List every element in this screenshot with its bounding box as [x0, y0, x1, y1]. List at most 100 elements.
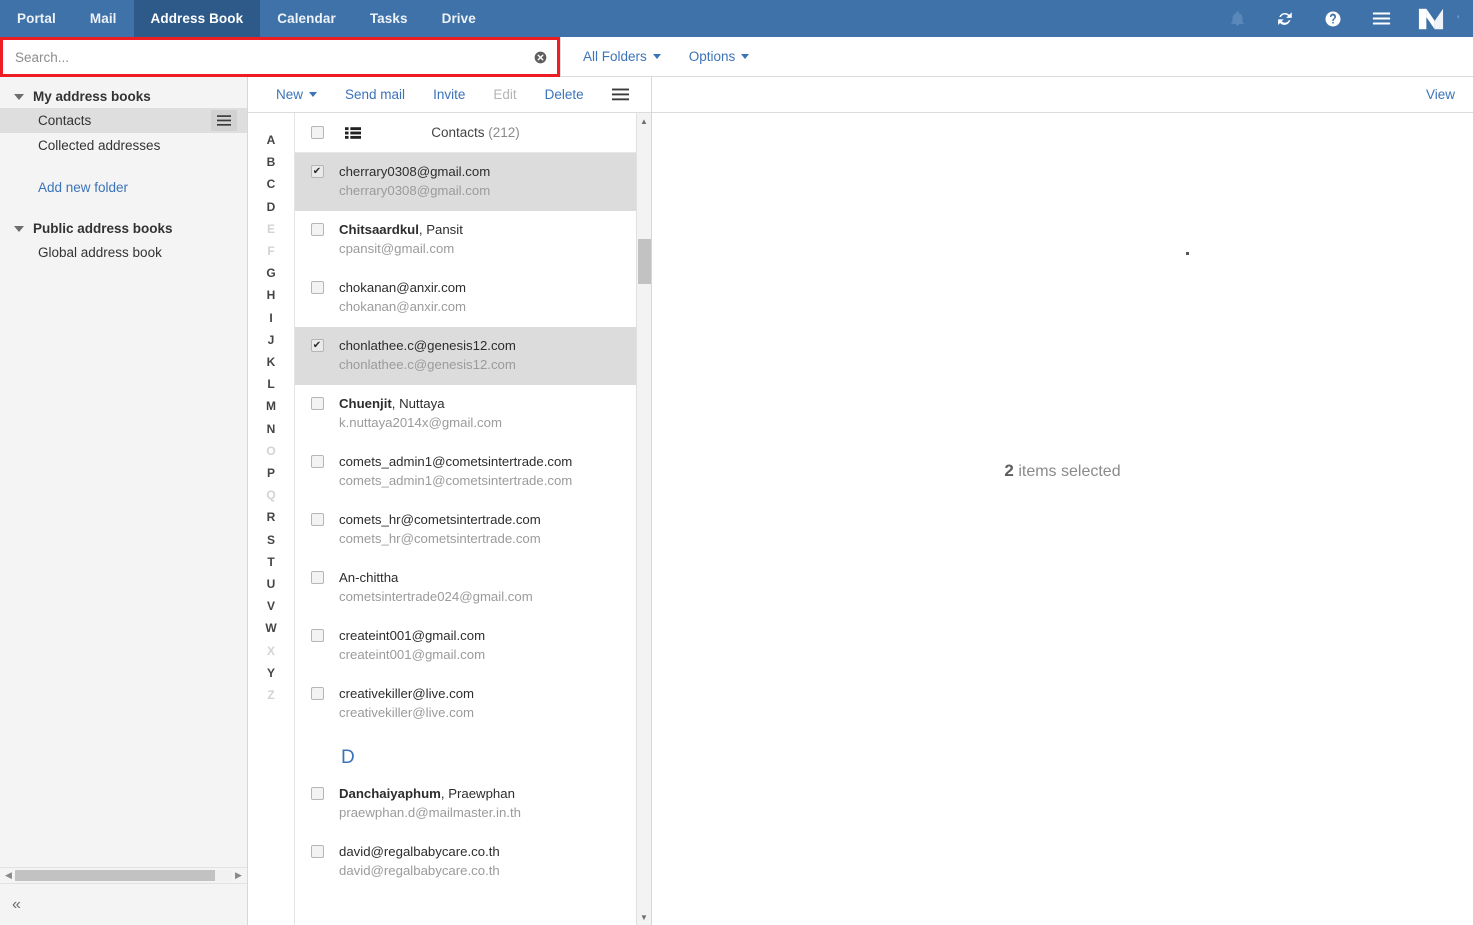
- contact-row[interactable]: Chitsaardkul, Pansit cpansit@gmail.com: [295, 211, 636, 269]
- nav-tab-drive[interactable]: Drive: [425, 0, 493, 37]
- select-all-cell: [295, 126, 339, 139]
- contact-row[interactable]: comets_hr@cometsintertrade.com comets_hr@…: [295, 501, 636, 559]
- menu-icon[interactable]: [1357, 0, 1405, 37]
- add-new-folder-link[interactable]: Add new folder: [0, 174, 247, 201]
- contact-checkbox[interactable]: [310, 787, 324, 800]
- alphabet-index: ABCDEFGHIJKLMNOPQRSTUVWXYZ: [248, 113, 295, 925]
- vscroll-track[interactable]: [637, 129, 652, 909]
- contact-email: cherrary0308@gmail.com: [339, 183, 491, 198]
- alpha-index-Y[interactable]: Y: [267, 662, 275, 684]
- contact-title-line: Chuenjit, Nuttaya: [339, 395, 626, 413]
- search-input[interactable]: [3, 42, 523, 72]
- contact-checkbox[interactable]: [310, 455, 324, 468]
- contact-title-line: comets_admin1@cometsintertrade.com: [339, 453, 626, 471]
- nav-tab-mail[interactable]: Mail: [73, 0, 134, 37]
- view-button[interactable]: View: [1426, 87, 1455, 102]
- alpha-index-B[interactable]: B: [267, 151, 276, 173]
- alpha-index-O: O: [266, 443, 276, 458]
- nav-tab-calendar[interactable]: Calendar: [260, 0, 353, 37]
- contact-checkbox[interactable]: [310, 845, 324, 858]
- alpha-index-N[interactable]: N: [267, 418, 276, 440]
- list-options-button[interactable]: [598, 88, 643, 101]
- alpha-index-I[interactable]: I: [269, 307, 272, 329]
- alpha-index-V[interactable]: V: [267, 595, 275, 617]
- contact-checkbox[interactable]: [310, 397, 324, 410]
- delete-button[interactable]: Delete: [531, 87, 598, 102]
- apostrophe-glyph: ': [1457, 12, 1460, 27]
- sidebar-item-global-address-book[interactable]: Global address book: [0, 240, 247, 265]
- alpha-index-S[interactable]: S: [267, 529, 275, 551]
- contact-row[interactable]: Danchaiyaphum, Praewphan praewphan.d@mail…: [295, 775, 636, 833]
- contact-row[interactable]: Chuenjit, Nuttaya k.nuttaya2014x@gmail.co…: [295, 385, 636, 443]
- contact-checkbox[interactable]: [310, 687, 324, 700]
- refresh-icon[interactable]: [1261, 0, 1309, 37]
- sidebar-collapse-button[interactable]: «: [0, 883, 247, 925]
- clear-search-icon[interactable]: [523, 42, 557, 72]
- contact-checkbox[interactable]: [310, 629, 324, 642]
- select-all-checkbox[interactable]: [310, 126, 324, 139]
- contact-checkbox[interactable]: [310, 281, 324, 294]
- sidebar-item-contacts[interactable]: Contacts: [0, 108, 247, 133]
- scroll-right-arrow[interactable]: ▶: [232, 870, 245, 881]
- alpha-index-R[interactable]: R: [267, 506, 276, 528]
- sidebar-group-2[interactable]: Public address books: [0, 217, 247, 240]
- contact-checkbox[interactable]: [310, 571, 324, 584]
- alpha-index-U[interactable]: U: [267, 573, 276, 595]
- send-mail-button[interactable]: Send mail: [331, 87, 419, 102]
- hscroll-thumb[interactable]: [15, 870, 215, 881]
- vscroll-thumb[interactable]: [637, 239, 651, 284]
- nav-tab-tasks[interactable]: Tasks: [353, 0, 425, 37]
- alpha-index-T[interactable]: T: [267, 551, 274, 573]
- sidebar-group-1[interactable]: My address books: [0, 85, 247, 108]
- contact-row[interactable]: createint001@gmail.com createint001@gmail…: [295, 617, 636, 675]
- list-title-text: Contacts: [431, 125, 485, 140]
- contact-list-column: New Send mail Invite Edit Delete ABCDEFG…: [248, 77, 652, 925]
- alpha-index-A[interactable]: A: [267, 129, 276, 151]
- contact-row[interactable]: ✔ chonlathee.c@genesis12.com chonlathee.c@…: [295, 327, 636, 385]
- alpha-index-M[interactable]: M: [266, 395, 276, 417]
- alpha-index-P[interactable]: P: [267, 462, 275, 484]
- contact-list-scrollbar[interactable]: ▲ ▼: [636, 113, 651, 925]
- options-dropdown[interactable]: Options: [689, 49, 750, 64]
- all-folders-dropdown[interactable]: All Folders: [583, 49, 661, 64]
- sidebar-item-collected-addresses[interactable]: Collected addresses: [0, 133, 247, 158]
- alpha-index-H[interactable]: H: [267, 284, 276, 306]
- sidebar-horizontal-scrollbar[interactable]: ◀ ▶: [0, 867, 247, 883]
- help-icon[interactable]: [1309, 0, 1357, 37]
- contact-row[interactable]: ✔ cherrary0308@gmail.com cherrary0308@gmai…: [295, 153, 636, 211]
- contact-row[interactable]: An-chittha cometsintertrade024@gmail.com: [295, 559, 636, 617]
- folder-menu-icon[interactable]: [211, 110, 237, 131]
- alpha-index-K[interactable]: K: [267, 351, 276, 373]
- search-box[interactable]: [0, 37, 560, 77]
- contact-row[interactable]: chokanan@anxir.com chokanan@anxir.com: [295, 269, 636, 327]
- list-view-icon[interactable]: [339, 126, 367, 139]
- check-mark-icon: ✔: [312, 339, 322, 351]
- contact-row[interactable]: creativekiller@live.com creativekiller@li…: [295, 675, 636, 733]
- alpha-index-D[interactable]: D: [267, 196, 276, 218]
- hscroll-track[interactable]: [15, 870, 232, 881]
- contact-checkbox[interactable]: [310, 223, 324, 236]
- alpha-index-G[interactable]: G: [266, 262, 275, 284]
- sidebar-item-label: Collected addresses: [38, 138, 161, 153]
- alpha-index-W[interactable]: W: [265, 617, 276, 639]
- contact-checkbox[interactable]: [310, 513, 324, 526]
- contact-row[interactable]: david@regalbabycare.co.th david@regalbaby…: [295, 833, 636, 891]
- alpha-index-J[interactable]: J: [268, 329, 275, 351]
- scroll-down-arrow[interactable]: ▼: [640, 909, 648, 925]
- alpha-index-L[interactable]: L: [267, 373, 274, 395]
- bell-icon[interactable]: [1213, 0, 1261, 37]
- contact-text: An-chittha cometsintertrade024@gmail.com: [339, 569, 636, 606]
- contact-display-name: david@regalbabycare.co.th: [339, 844, 500, 859]
- contact-email: praewphan.d@mailmaster.in.th: [339, 805, 521, 820]
- scroll-up-arrow[interactable]: ▲: [640, 113, 648, 129]
- list-section-header: D: [341, 747, 355, 768]
- new-button[interactable]: New: [262, 87, 331, 102]
- nav-tab-address-book[interactable]: Address Book: [133, 0, 261, 37]
- alpha-index-C[interactable]: C: [267, 173, 276, 195]
- invite-button[interactable]: Invite: [419, 87, 479, 102]
- contact-checkbox[interactable]: ✔: [310, 339, 324, 352]
- contact-checkbox[interactable]: ✔: [310, 165, 324, 178]
- nav-tab-portal[interactable]: Portal: [0, 0, 73, 37]
- contact-row[interactable]: comets_admin1@cometsintertrade.com comets…: [295, 443, 636, 501]
- scroll-left-arrow[interactable]: ◀: [2, 870, 15, 881]
